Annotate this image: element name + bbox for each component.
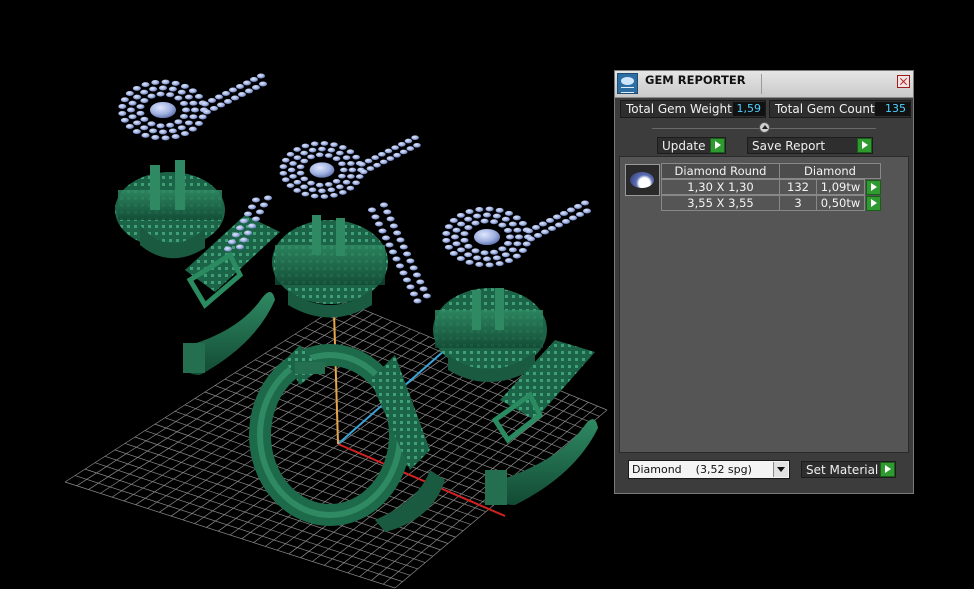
save-report-button[interactable]: Save Report <box>747 137 873 154</box>
total-gem-weight-value: 1,59 <box>733 102 765 116</box>
update-play-icon[interactable] <box>710 138 725 153</box>
gem-size-cell: 3,55 X 3,55 <box>661 195 780 211</box>
save-report-button-label: Save Report <box>752 139 826 153</box>
gem-weight-cell: 1,09tw <box>816 179 865 195</box>
gem-reporter-panel: GEM REPORTER Total Gem Weight 1,59 Total… <box>614 70 914 494</box>
chevron-down-icon[interactable] <box>773 462 788 477</box>
material-dropdown-value: Diamond (3,52 spg) <box>632 463 752 476</box>
material-dropdown[interactable]: Diamond (3,52 spg) <box>628 460 790 479</box>
gem-report-list[interactable]: Diamond Round Diamond 1,30 X 1,30 132 1,… <box>619 156 909 453</box>
right-gem-cluster <box>442 200 591 268</box>
panel-title: GEM REPORTER <box>645 73 746 87</box>
gem-count-cell: 3 <box>779 195 817 211</box>
gem-material-header: Diamond <box>779 163 881 179</box>
set-material-button[interactable]: Set Material <box>801 461 896 478</box>
gem-reporter-app-icon <box>617 73 638 94</box>
left-setting-model <box>115 160 280 375</box>
update-button-label: Update <box>662 139 706 153</box>
close-icon[interactable] <box>897 75 910 88</box>
left-gem-cluster <box>118 73 267 141</box>
total-gem-weight-label: Total Gem Weight <box>626 102 732 116</box>
titlebar-divider <box>761 74 762 94</box>
update-button[interactable]: Update <box>657 137 726 154</box>
collapse-toggle-icon[interactable] <box>759 122 770 133</box>
total-gem-count-label: Total Gem Count <box>775 102 875 116</box>
total-gem-count-box: Total Gem Count 135 <box>769 100 911 118</box>
select-row-play-icon[interactable] <box>866 196 881 211</box>
save-report-play-icon[interactable] <box>857 138 872 153</box>
round-diamond-thumbnail-icon[interactable] <box>625 164 660 196</box>
gem-size-cell: 1,30 X 1,30 <box>661 179 780 195</box>
total-gem-count-value: 135 <box>875 102 910 116</box>
total-gem-weight-box: Total Gem Weight 1,59 <box>620 100 766 118</box>
gem-shape-header: Diamond Round <box>661 163 780 179</box>
panel-titlebar[interactable]: GEM REPORTER <box>615 71 913 98</box>
select-row-play-icon[interactable] <box>866 180 881 195</box>
gem-count-cell: 132 <box>779 179 817 195</box>
gem-weight-cell: 0,50tw <box>816 195 865 211</box>
center-setting-model <box>272 215 388 318</box>
set-material-play-icon[interactable] <box>880 462 895 477</box>
set-material-button-label: Set Material <box>806 463 879 477</box>
